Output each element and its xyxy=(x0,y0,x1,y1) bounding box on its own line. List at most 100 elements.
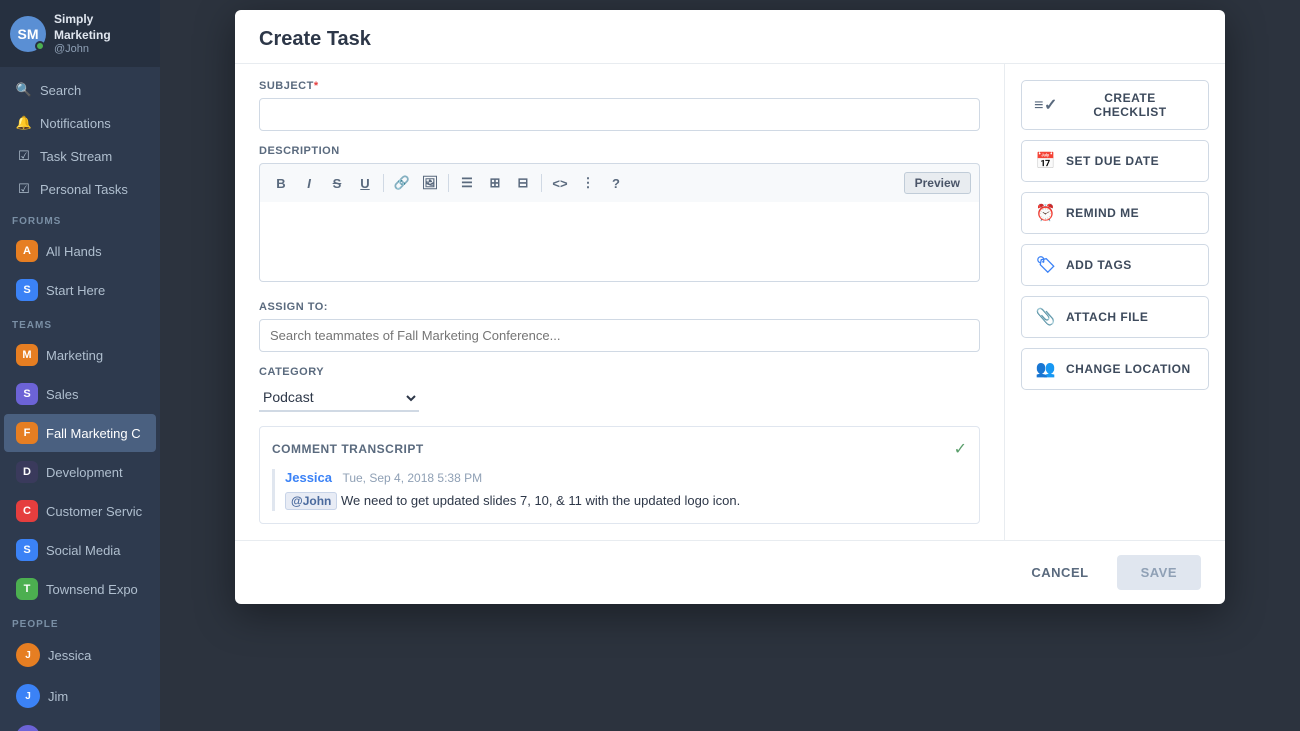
customer-service-label: Customer Servic xyxy=(46,504,142,519)
fall-marketing-icon: F xyxy=(16,422,38,444)
more-button[interactable]: ⋮ xyxy=(575,170,601,196)
check-mark-icon: ✓ xyxy=(954,439,967,459)
set-due-date-button[interactable]: 📅 SET DUE DATE xyxy=(1021,140,1209,182)
modal-body: SUBJECT* DESCRIPTION B I S U 🔗 xyxy=(235,64,1225,540)
assign-input[interactable] xyxy=(259,319,980,352)
sidebar-item-customer-service[interactable]: C Customer Servic xyxy=(4,492,156,530)
sidebar-item-search[interactable]: 🔍 Search xyxy=(4,74,156,106)
subject-input[interactable] xyxy=(259,98,980,131)
online-indicator xyxy=(35,41,45,51)
sidebar-item-townsend-expo[interactable]: T Townsend Expo xyxy=(4,570,156,608)
main-area: Create Task SUBJECT* DESCRIPTION B xyxy=(160,0,1300,731)
customer-service-icon: C xyxy=(16,500,38,522)
description-textarea[interactable] xyxy=(259,202,980,282)
category-select[interactable]: Podcast xyxy=(259,384,419,412)
attach-file-label: ATTACH FILE xyxy=(1066,310,1148,324)
outdent-button[interactable]: ⊟ xyxy=(510,170,536,196)
assign-label: ASSIGN TO: xyxy=(259,301,980,313)
add-tags-button[interactable]: 🏷 ADD TAGS xyxy=(1021,244,1209,286)
attach-file-button[interactable]: 📎 ATTACH FILE xyxy=(1021,296,1209,338)
sidebar-item-sales[interactable]: S Sales xyxy=(4,375,156,413)
jim-avatar: J xyxy=(16,684,40,708)
tags-icon: 🏷 xyxy=(1036,255,1056,275)
notifications-label: Notifications xyxy=(40,116,111,131)
alarm-icon: ⏰ xyxy=(1036,203,1056,223)
avatar: SM xyxy=(10,16,46,52)
modal-overlay: Create Task SUBJECT* DESCRIPTION B xyxy=(160,0,1300,731)
mention-tag: @John xyxy=(285,492,337,510)
indent-button[interactable]: ⊞ xyxy=(482,170,508,196)
comment-body: We need to get updated slides 7, 10, & 1… xyxy=(337,493,740,508)
location-icon: 👥 xyxy=(1036,359,1056,379)
category-label: CATEGORY xyxy=(259,366,980,378)
sidebar-item-all-hands[interactable]: A All Hands xyxy=(4,232,156,270)
development-icon: D xyxy=(16,461,38,483)
sidebar-item-development[interactable]: D Development xyxy=(4,453,156,491)
image-button[interactable]: 🖼 xyxy=(417,170,443,196)
calendar-icon: 📅 xyxy=(1036,151,1056,171)
sidebar-item-jessica[interactable]: J Jessica xyxy=(4,635,156,675)
townsend-expo-label: Townsend Expo xyxy=(46,582,138,597)
comment-author[interactable]: Jessica xyxy=(285,470,332,485)
sidebar-item-notifications[interactable]: 🔔 Notifications xyxy=(4,107,156,139)
sidebar-item-fall-marketing[interactable]: F Fall Marketing C xyxy=(4,414,156,452)
task-stream-label: Task Stream xyxy=(40,149,112,164)
sidebar-item-start-here[interactable]: S Start Here xyxy=(4,271,156,309)
jim-label: Jim xyxy=(48,689,68,704)
townsend-expo-icon: T xyxy=(16,578,38,600)
paperclip-icon: 📎 xyxy=(1036,307,1056,327)
create-checklist-button[interactable]: ≡✓ CREATE CHECKLIST xyxy=(1021,80,1209,130)
comment-item: Jessica Tue, Sep 4, 2018 5:38 PM @John W… xyxy=(272,469,967,511)
change-location-label: CHANGE LOCATION xyxy=(1066,362,1191,376)
sidebar-item-personal-tasks[interactable]: ☑ Personal Tasks xyxy=(4,173,156,205)
comment-timestamp: Tue, Sep 4, 2018 5:38 PM xyxy=(342,471,482,485)
comment-text: @John We need to get updated slides 7, 1… xyxy=(285,491,967,511)
marketing-label: Marketing xyxy=(46,348,103,363)
sidebar-nav: 🔍 Search 🔔 Notifications ☑ Task Stream ☑… xyxy=(0,67,160,731)
toolbar-sep-1 xyxy=(383,174,384,192)
start-here-label: Start Here xyxy=(46,283,105,298)
modal-right-panel: ≡✓ CREATE CHECKLIST 📅 SET DUE DATE ⏰ REM… xyxy=(1005,64,1225,540)
teams-section-title: TEAMS xyxy=(0,310,160,335)
toolbar-sep-3 xyxy=(541,174,542,192)
sidebar-item-task-stream[interactable]: ☑ Task Stream xyxy=(4,140,156,172)
bold-button[interactable]: B xyxy=(268,170,294,196)
search-label: Search xyxy=(40,83,81,98)
search-icon: 🔍 xyxy=(16,82,32,98)
description-section: DESCRIPTION B I S U 🔗 🖼 ☰ ⊞ ⊟ xyxy=(259,145,980,287)
strikethrough-button[interactable]: S xyxy=(324,170,350,196)
list-button[interactable]: ☰ xyxy=(454,170,480,196)
code-button[interactable]: <> xyxy=(547,170,573,196)
link-button[interactable]: 🔗 xyxy=(389,170,415,196)
change-location-button[interactable]: 👥 CHANGE LOCATION xyxy=(1021,348,1209,390)
underline-button[interactable]: U xyxy=(352,170,378,196)
modal-left-panel: SUBJECT* DESCRIPTION B I S U 🔗 xyxy=(235,64,1005,540)
comment-section-label: COMMENT TRANSCRIPT xyxy=(272,442,424,456)
subject-label: SUBJECT* xyxy=(259,80,980,92)
description-label: DESCRIPTION xyxy=(259,145,980,157)
development-label: Development xyxy=(46,465,123,480)
all-hands-icon: A xyxy=(16,240,38,262)
fall-marketing-label: Fall Marketing C xyxy=(46,426,141,441)
preview-button[interactable]: Preview xyxy=(904,172,971,194)
forums-section-title: FORUMS xyxy=(0,206,160,231)
start-here-icon: S xyxy=(16,279,38,301)
help-button[interactable]: ? xyxy=(603,170,629,196)
sales-label: Sales xyxy=(46,387,79,402)
save-button[interactable]: SAVE xyxy=(1117,555,1201,590)
sidebar-item-marketing[interactable]: M Marketing xyxy=(4,336,156,374)
checklist-icon: ≡✓ xyxy=(1036,95,1056,115)
sidebar-item-social-media[interactable]: S Social Media xyxy=(4,531,156,569)
italic-button[interactable]: I xyxy=(296,170,322,196)
sidebar-header: SM Simply Marketing @John xyxy=(0,0,160,67)
people-section-title: PEOPLE xyxy=(0,609,160,634)
cancel-button[interactable]: CANCEL xyxy=(1015,557,1104,588)
sales-icon: S xyxy=(16,383,38,405)
sidebar-item-david[interactable]: D David xyxy=(4,717,156,731)
check-icon-2: ☑ xyxy=(16,181,32,197)
remind-me-button[interactable]: ⏰ REMIND ME xyxy=(1021,192,1209,234)
modal-header: Create Task xyxy=(235,10,1225,64)
all-hands-label: All Hands xyxy=(46,244,102,259)
sidebar-item-jim[interactable]: J Jim xyxy=(4,676,156,716)
social-media-label: Social Media xyxy=(46,543,120,558)
